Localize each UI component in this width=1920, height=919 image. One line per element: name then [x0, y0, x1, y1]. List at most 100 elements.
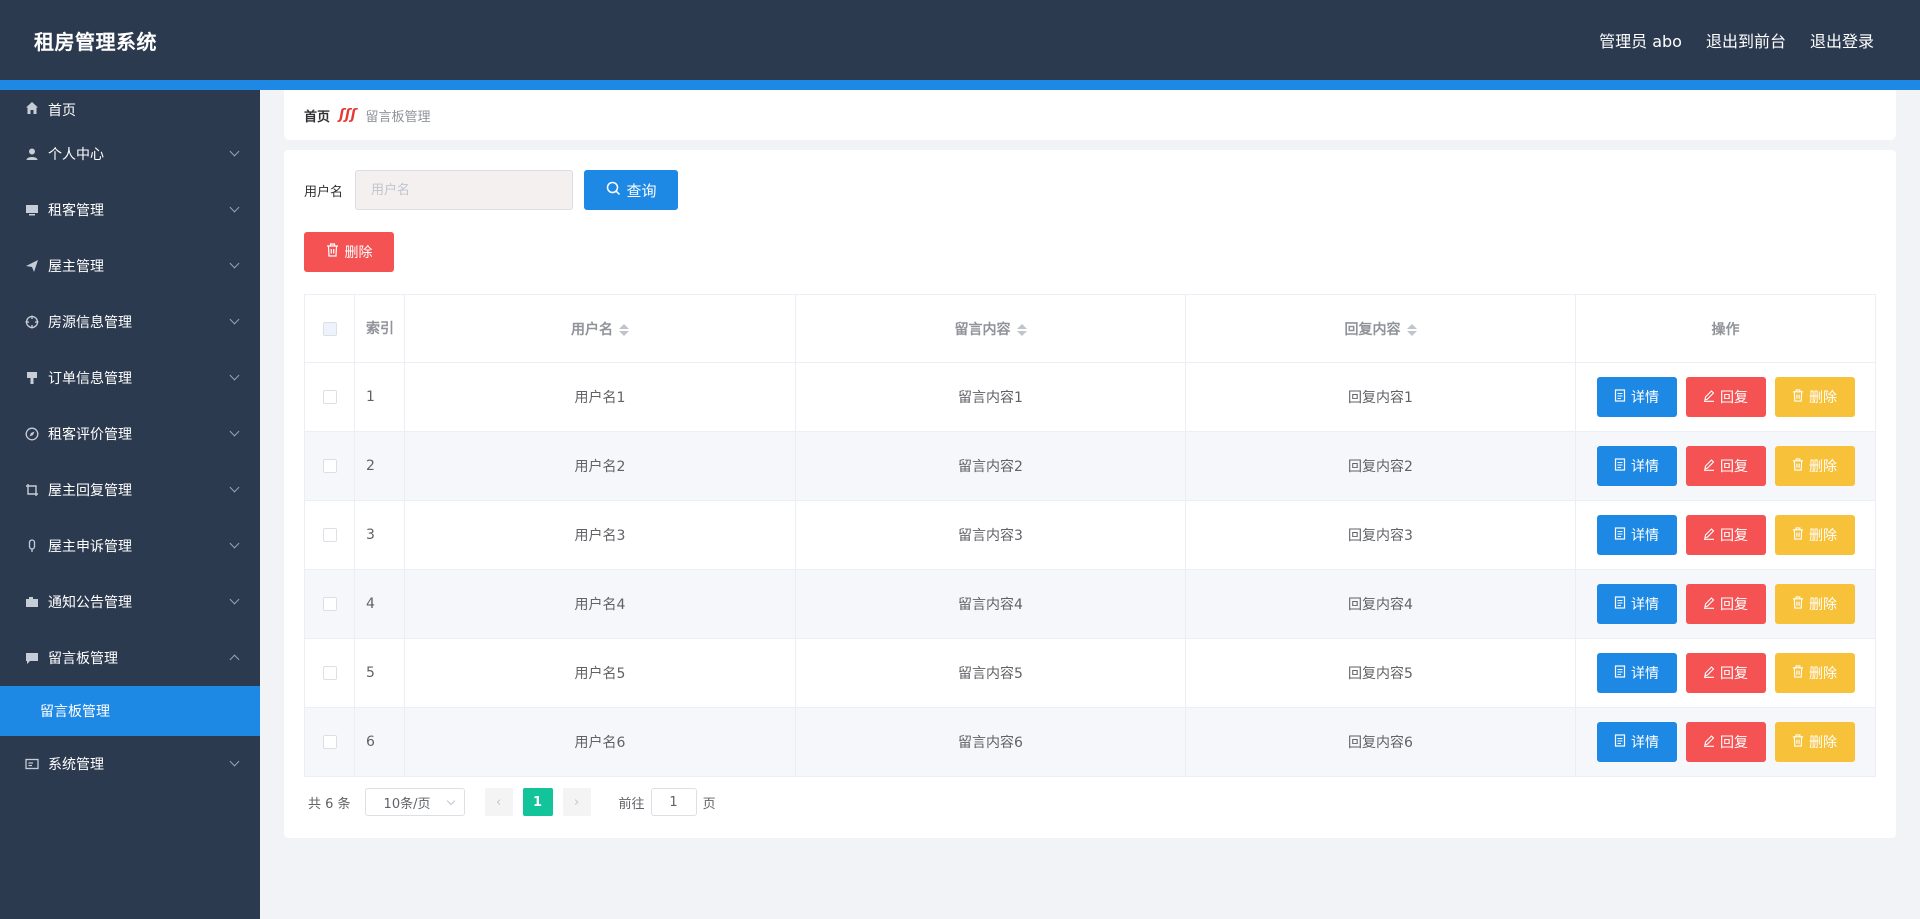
row-reply: 回复内容5: [1185, 638, 1576, 708]
camera-icon: [24, 594, 40, 610]
goto-page-input[interactable]: [650, 788, 697, 816]
row-checkbox[interactable]: [322, 528, 337, 542]
next-page-button[interactable]: ›: [562, 788, 591, 816]
sidebar-item-owner-appeal[interactable]: 屋主申诉管理: [0, 518, 260, 574]
delete-button[interactable]: 删除: [1774, 653, 1855, 693]
sidebar-item-owner[interactable]: 屋主管理: [0, 238, 260, 294]
detail-button[interactable]: 详情: [1596, 446, 1677, 486]
row-reply: 回复内容3: [1185, 500, 1576, 570]
chat-icon: [24, 650, 40, 666]
sidebar-item-notice[interactable]: 通知公告管理: [0, 574, 260, 630]
chevron-down-icon: [229, 314, 240, 325]
admin-user-label[interactable]: 管理员 abo: [1599, 28, 1682, 52]
back-to-front-link[interactable]: 退出到前台: [1706, 28, 1786, 52]
sidebar-item-tenant[interactable]: 租客管理: [0, 182, 260, 238]
row-index: 3: [354, 500, 405, 570]
delete-label: 删除: [1809, 459, 1837, 475]
top-header: 租房管理系统 管理员 abo 退出到前台 退出登录: [0, 0, 1920, 80]
delete-button[interactable]: 删除: [1774, 584, 1855, 624]
row-content: 留言内容2: [795, 431, 1186, 501]
sidebar-item-label: 租客评价管理: [48, 427, 132, 443]
prev-page-button[interactable]: ‹: [484, 788, 513, 816]
row-username: 用户名4: [404, 569, 796, 639]
table-row: 4 用户名4 留言内容4 回复内容4 详情 回复 删除: [304, 569, 1876, 639]
trash-icon: [1792, 388, 1804, 406]
chevron-down-icon: [229, 482, 240, 493]
row-actions: 详情 回复 删除: [1576, 722, 1875, 762]
chevron-down-icon: [229, 426, 240, 437]
row-checkbox[interactable]: [322, 597, 337, 611]
header-reply-label: 回复内容: [1344, 321, 1401, 338]
chevron-up-icon: [229, 654, 240, 665]
delete-button[interactable]: 删除: [1774, 515, 1855, 555]
sidebar-item-home[interactable]: 首页: [0, 90, 260, 126]
sidebar-item-house-info[interactable]: 房源信息管理: [0, 294, 260, 350]
delete-label: 删除: [1809, 597, 1837, 613]
logout-link[interactable]: 退出登录: [1810, 28, 1874, 52]
row-checkbox[interactable]: [322, 459, 337, 473]
sidebar-item-system[interactable]: 系统管理: [0, 736, 260, 792]
reply-button[interactable]: 回复: [1685, 446, 1766, 486]
detail-button[interactable]: 详情: [1596, 653, 1677, 693]
row-checkbox[interactable]: [322, 390, 337, 404]
row-content: 留言内容1: [795, 362, 1186, 432]
detail-button[interactable]: 详情: [1596, 722, 1677, 762]
detail-button[interactable]: 详情: [1596, 377, 1677, 417]
delete-label: 删除: [1809, 735, 1837, 751]
pagination: 共 6 条 10条/页 ‹ 1 › 前往 页: [308, 788, 716, 816]
table-row: 1 用户名1 留言内容1 回复内容1 详情 回复 删除: [304, 362, 1876, 432]
header-reply[interactable]: 回复内容: [1185, 294, 1576, 363]
detail-button[interactable]: 详情: [1596, 584, 1677, 624]
batch-delete-button[interactable]: 删除: [304, 232, 394, 272]
reply-button[interactable]: 回复: [1685, 653, 1766, 693]
delete-button[interactable]: 删除: [1774, 377, 1855, 417]
reply-button[interactable]: 回复: [1685, 377, 1766, 417]
edit-icon: [1703, 458, 1715, 475]
header-username[interactable]: 用户名: [404, 294, 796, 363]
crop-icon: [24, 482, 40, 498]
row-content: 留言内容4: [795, 569, 1186, 639]
sort-caret-icon[interactable]: [1016, 322, 1027, 338]
reply-label: 回复: [1720, 528, 1748, 544]
breadcrumb-home[interactable]: 首页: [304, 106, 330, 125]
username-search-input[interactable]: [355, 170, 574, 210]
chevron-down-icon: [229, 202, 240, 213]
sidebar-item-message-board[interactable]: 留言板管理: [0, 630, 260, 686]
detail-label: 详情: [1631, 459, 1659, 475]
row-checkbox[interactable]: [322, 735, 337, 749]
send-icon: [24, 258, 40, 274]
header-content[interactable]: 留言内容: [795, 294, 1186, 363]
reply-button[interactable]: 回复: [1685, 515, 1766, 555]
home-icon: [24, 100, 40, 116]
sort-caret-icon[interactable]: [1406, 322, 1417, 338]
reply-button[interactable]: 回复: [1685, 722, 1766, 762]
search-label: 用户名: [304, 184, 344, 200]
row-checkbox[interactable]: [322, 666, 337, 680]
sidebar-item-orders[interactable]: 订单信息管理: [0, 350, 260, 406]
sidebar-item-owner-reply[interactable]: 屋主回复管理: [0, 462, 260, 518]
sort-caret-icon[interactable]: [619, 322, 629, 338]
sidebar-item-label: 个人中心: [48, 147, 104, 163]
sidebar-subitem-message-board[interactable]: 留言板管理: [0, 686, 260, 736]
delete-button[interactable]: 删除: [1774, 722, 1855, 762]
sidebar-item-tenant-review[interactable]: 租客评价管理: [0, 406, 260, 462]
page-size-select[interactable]: 10条/页: [364, 788, 465, 816]
row-content: 留言内容3: [795, 500, 1186, 570]
brush-icon: [24, 370, 40, 386]
row-reply: 回复内容4: [1185, 569, 1576, 639]
sidebar-item-personal-center[interactable]: 个人中心: [0, 126, 260, 182]
delete-button[interactable]: 删除: [1774, 446, 1855, 486]
monitor-icon: [24, 202, 40, 218]
edit-icon: [1703, 527, 1715, 544]
row-select-cell: [304, 638, 355, 708]
reply-button[interactable]: 回复: [1685, 584, 1766, 624]
detail-button[interactable]: 详情: [1596, 515, 1677, 555]
page-number-button[interactable]: 1: [522, 788, 553, 816]
query-button[interactable]: 查询: [584, 170, 679, 210]
reply-label: 回复: [1720, 735, 1748, 751]
select-all-checkbox[interactable]: [322, 321, 337, 336]
row-index: 2: [354, 431, 405, 501]
table-row: 2 用户名2 留言内容2 回复内容2 详情 回复 删除: [304, 431, 1876, 501]
sidebar-item-label: 屋主回复管理: [48, 483, 132, 499]
row-index: 6: [354, 707, 405, 777]
